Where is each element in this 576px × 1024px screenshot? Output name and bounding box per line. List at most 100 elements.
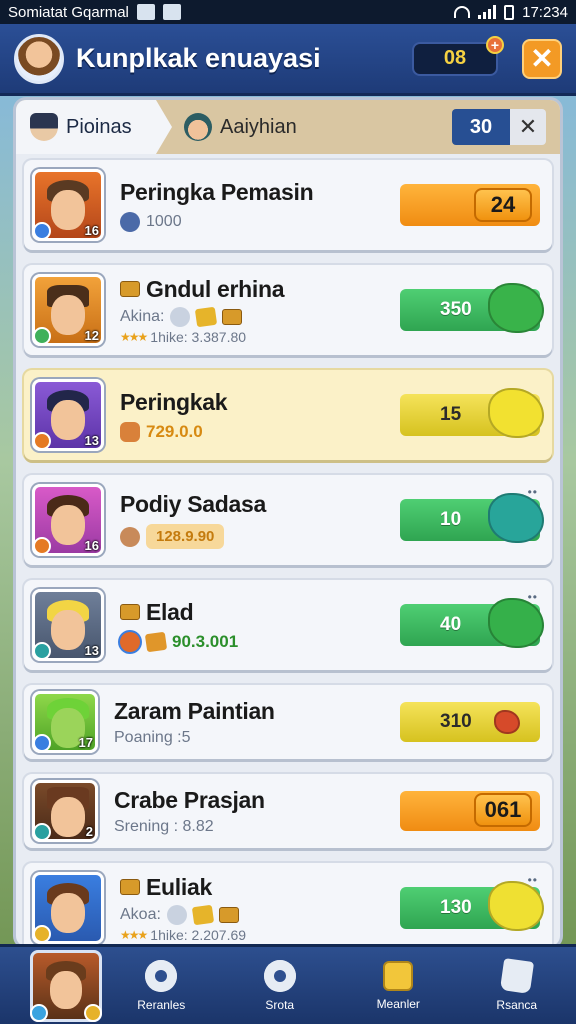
nav-item-members[interactable]: Meanler	[339, 960, 458, 1011]
refresh-icon	[120, 211, 140, 232]
player-sub: Poaning :5	[114, 728, 191, 746]
rank-badge-icon	[33, 734, 51, 752]
player-avatar	[32, 872, 104, 944]
tab-bar: Pioinas Aaiyhian 30 ✕	[16, 100, 560, 154]
carrier-label: Somiatat Gqarmal	[8, 3, 129, 21]
box-icon	[383, 960, 414, 991]
player-avatar: 13	[32, 589, 104, 661]
nav-item-shop[interactable]: Rsanca	[458, 957, 576, 1012]
level-label: 13	[84, 433, 99, 448]
player-avatar: 16	[32, 484, 104, 556]
bottom-nav: Reranles Srota Meanler Rsanca	[0, 944, 576, 1024]
score-bar: 350	[400, 283, 544, 333]
gem-icon	[488, 598, 544, 648]
chest-icon	[120, 281, 140, 297]
player-sub: 90.3.001	[172, 631, 239, 651]
list-item[interactable]: 16 Podiy Sadasa 128.9.90 •• 10	[24, 475, 552, 565]
list-item[interactable]: 12 Gndul erhina Akina: ★★★ 1hike: 3.387.8…	[24, 265, 552, 355]
list-item[interactable]: 2 Crabe Prasjan Srening : 8.82 061	[24, 774, 552, 848]
gem-icon	[494, 710, 520, 734]
coin-value: 08	[443, 47, 467, 69]
stars-icon: ★★★	[120, 329, 148, 344]
score-bar: 10	[400, 493, 544, 543]
score-value: 310	[440, 711, 472, 732]
rank-badge-icon	[33, 222, 51, 240]
leaderboard-list: 16 Peringka Pemasin 1000 24 12 Gndul erh…	[16, 154, 560, 946]
box-icon	[144, 631, 168, 652]
rank-badge-icon	[33, 642, 51, 660]
list-item[interactable]: 13 Elad 90.3.001 •• 40	[24, 580, 552, 670]
pet-icon	[166, 904, 187, 925]
page-title: Kunplkak enuayasi	[76, 43, 321, 73]
box-icon	[191, 904, 215, 925]
score-value: 40	[440, 614, 462, 635]
chest-icon	[222, 308, 243, 325]
rank-badge-icon	[33, 823, 51, 841]
face-icon	[184, 113, 212, 141]
stars-icon: ★★★	[120, 927, 148, 942]
signal-icon	[478, 5, 497, 19]
level-label: 17	[78, 735, 93, 750]
profile-avatar[interactable]	[14, 33, 64, 84]
score-value: 130	[440, 897, 472, 918]
score-bar: 310	[400, 702, 540, 742]
rank-badge-icon	[33, 537, 51, 555]
count-badge: 30	[452, 109, 510, 145]
nav-item-rankings[interactable]: Reranles	[102, 959, 221, 1012]
nav-item-stats[interactable]: Srota	[221, 959, 340, 1012]
player-avatar: 12	[32, 274, 104, 346]
player-sub: 1000	[146, 212, 182, 230]
gem-icon	[488, 493, 544, 543]
close-button[interactable]: ✕	[522, 38, 562, 79]
score-bar: 40	[400, 598, 544, 648]
coin-counter[interactable]: 08 +	[412, 35, 504, 76]
player-avatar: 17	[32, 691, 98, 753]
level-label: 2	[85, 824, 93, 839]
list-item[interactable]: Euliak Akoa: ★★★ 1hike: 2.207.69 •• 130	[24, 863, 552, 946]
player-name: Gndul erhina	[146, 275, 285, 302]
battery-icon	[504, 4, 515, 20]
add-coins-icon[interactable]: +	[486, 35, 504, 54]
level-label: 16	[84, 538, 99, 553]
wifi-icon	[454, 6, 471, 18]
badge-icon	[84, 1003, 102, 1022]
nav-label: Reranles	[137, 997, 186, 1012]
panel-close-button[interactable]: ✕	[510, 109, 546, 145]
tab-label: Pioinas	[66, 115, 132, 138]
nav-profile-avatar[interactable]	[30, 949, 102, 1022]
gem-icon	[488, 388, 544, 438]
player-sub: 128.9.90	[146, 524, 225, 549]
player-avatar: 13	[32, 379, 104, 451]
score-value: 24	[474, 188, 532, 222]
list-item[interactable]: 17 Zaram Paintian Poaning :5 310	[24, 685, 552, 759]
player-stat: 1hike: 3.387.80	[150, 328, 247, 345]
score-bar: 130	[400, 881, 544, 931]
player-sub: Akoa:	[120, 905, 161, 923]
level-label: 16	[84, 223, 99, 238]
player-avatar: 2	[32, 780, 98, 842]
gear-icon	[263, 959, 296, 992]
tab-players[interactable]: Pioinas	[16, 100, 172, 154]
player-mini-icon	[120, 526, 140, 547]
score-value: 15	[440, 404, 462, 425]
rank-badge-icon	[33, 925, 51, 943]
notification-icon	[162, 4, 181, 20]
gear-icon	[145, 959, 178, 992]
player-mini-icon	[120, 421, 140, 442]
tab-friends[interactable]: Aaiyhian	[184, 100, 452, 154]
list-item[interactable]: 16 Peringka Pemasin 1000 24	[24, 160, 552, 250]
hat-icon	[30, 113, 58, 141]
level-label: 13	[84, 643, 99, 658]
box-icon	[195, 306, 218, 327]
list-item-current-player[interactable]: 13 Peringkak 729.0.0 15	[24, 370, 552, 460]
bag-icon	[499, 957, 534, 994]
rank-badge-icon	[33, 432, 51, 450]
player-stat: 1hike: 2.207.69	[150, 926, 247, 943]
player-sub: Akina:	[120, 307, 165, 325]
score-value: 061	[474, 793, 532, 827]
leaderboard-panel: Pioinas Aaiyhian 30 ✕ 16 Peringka Pemasi…	[16, 100, 560, 946]
rank-badge-icon	[33, 327, 51, 345]
tab-label: Aaiyhian	[220, 115, 297, 138]
clock: 17:234	[522, 3, 568, 21]
nav-label: Rsanca	[496, 997, 538, 1012]
